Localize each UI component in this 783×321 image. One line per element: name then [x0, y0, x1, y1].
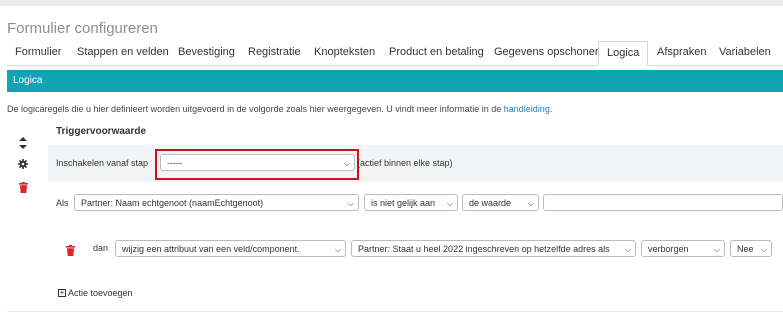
plus-box-icon: +: [58, 288, 66, 297]
operator-select-value: is niet gelijk aan: [371, 198, 436, 208]
chevron-down-icon: ⌵: [446, 199, 453, 208]
value-input[interactable]: [543, 194, 783, 211]
trash-icon[interactable]: [16, 180, 30, 194]
chevron-down-icon: ⌵: [527, 199, 534, 208]
divider: [7, 311, 783, 312]
sort-icon[interactable]: [16, 136, 30, 150]
tab-stappen-en-velden[interactable]: Stappen en velden: [69, 41, 177, 64]
trash-icon[interactable]: [63, 243, 77, 257]
tab-logica[interactable]: Logica: [598, 41, 649, 66]
field-select[interactable]: Partner: Naam echtgenoot (naamEchtgenoot…: [74, 194, 359, 211]
add-action-button[interactable]: + Actie toevoegen: [58, 288, 133, 298]
section-header: Logica: [7, 70, 783, 92]
manual-link[interactable]: handleiding: [504, 104, 550, 114]
step-label: Inschakelen vanaf stap: [56, 158, 149, 168]
add-action-label: Actie toevoegen: [68, 288, 133, 298]
chevron-down-icon: ⌵: [347, 199, 354, 208]
attribute-select-value: verborgen: [648, 244, 689, 254]
compare-type-select[interactable]: de waarde ⌵: [462, 194, 539, 211]
info-text: De logicaregels die u hier definieert wo…: [7, 104, 552, 114]
top-strip: [0, 0, 783, 6]
info-suffix: .: [549, 104, 553, 114]
operator-select[interactable]: is niet gelijk aan ⌵: [364, 194, 458, 211]
dan-label: dan: [93, 243, 109, 253]
trigger-title: Triggervoorwaarde: [56, 126, 147, 137]
step-note: (actief binnen elke stap): [357, 158, 453, 168]
compare-type-value: de waarde: [469, 198, 512, 208]
gear-icon[interactable]: [16, 157, 30, 171]
tab-knopteksten[interactable]: Knopteksten: [306, 41, 383, 64]
action-select[interactable]: wijzig een attribuut van een veld/compon…: [115, 240, 346, 257]
bool-select-value: Nee: [737, 244, 754, 254]
tab-variabelen[interactable]: Variabelen: [711, 41, 779, 64]
attribute-select[interactable]: verborgen ⌵: [641, 240, 725, 257]
tab-product-en-betaling[interactable]: Product en betaling: [381, 41, 492, 64]
als-label: Als: [56, 198, 69, 208]
chevron-down-icon: ⌵: [334, 245, 341, 254]
chevron-down-icon: ⌵: [622, 241, 631, 256]
action-select-value: wijzig een attribuut van een veld/compon…: [122, 244, 300, 254]
tab-bevestiging[interactable]: Bevestiging: [170, 41, 243, 64]
tab-gegevens-opschonen[interactable]: Gegevens opschonen: [486, 41, 609, 64]
field-select-value: Partner: Naam echtgenoot (naamEchtgenoot…: [81, 198, 264, 208]
tab-formulier[interactable]: Formulier: [7, 41, 69, 64]
section-title: Logica: [13, 75, 43, 86]
chevron-down-icon: ⌵: [760, 245, 767, 254]
page-title: Formulier configureren: [7, 20, 158, 37]
bool-select[interactable]: Nee ⌵: [730, 240, 772, 257]
tab-registratie[interactable]: Registratie: [240, 41, 309, 64]
component-select[interactable]: Partner: Staat u heel 2022 ingeschreven …: [351, 240, 636, 257]
step-select-highlight: [155, 149, 359, 180]
info-body: De logicaregels die u hier definieert wo…: [7, 104, 504, 114]
tab-bar: Formulier Stappen en velden Bevestiging …: [7, 41, 783, 66]
tab-afspraken[interactable]: Afspraken: [649, 41, 715, 64]
component-select-value: Partner: Staat u heel 2022 ingeschreven …: [358, 244, 610, 254]
chevron-down-icon: ⌵: [713, 245, 720, 254]
